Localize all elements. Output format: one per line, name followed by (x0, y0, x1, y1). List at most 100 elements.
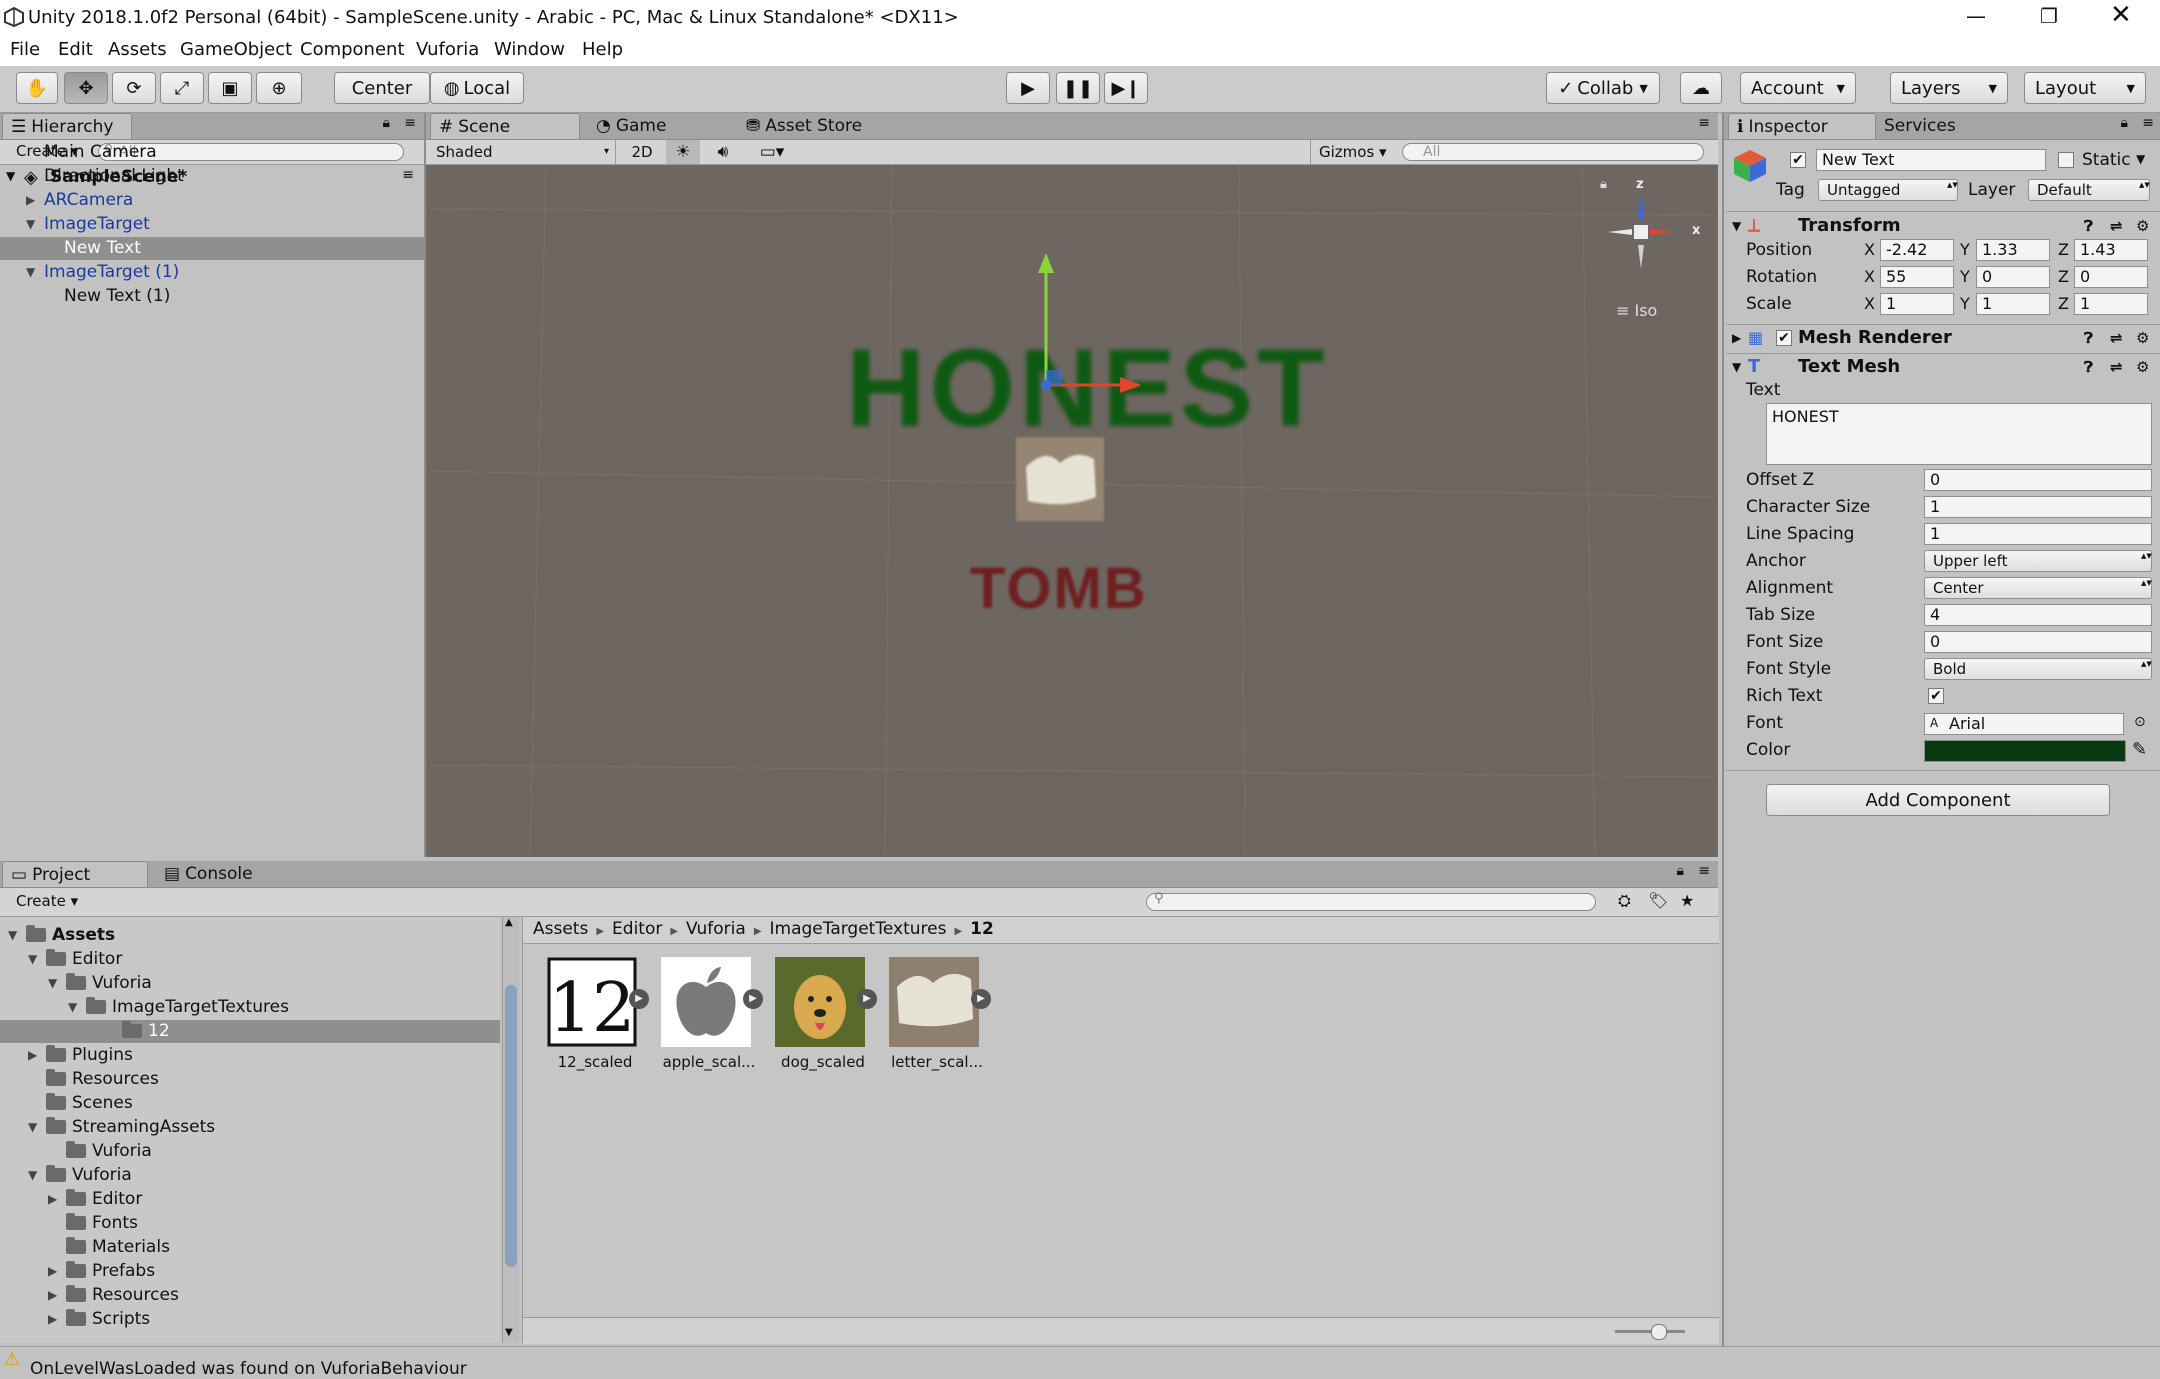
scrollbar-thumb[interactable] (505, 985, 517, 1267)
scroll-up-icon[interactable]: ▲ (505, 917, 513, 928)
text-area[interactable]: HONEST (1766, 403, 2152, 465)
play-button[interactable]: ▶ (1006, 72, 1050, 104)
panel-menu-icon[interactable]: ≡ (2142, 115, 2154, 131)
transform-rotation-y-input[interactable]: 0 (1976, 266, 2050, 288)
pivot-center-button[interactable]: Center (334, 72, 430, 104)
project-tree-item[interactable]: ▼ Editor (0, 947, 500, 971)
active-checkbox[interactable]: ✔ (1790, 152, 1806, 168)
project-tree-item[interactable]: ▼ ImageTargetTextures (0, 995, 500, 1019)
object-picker-icon[interactable]: ⊙ (2134, 714, 2146, 730)
layout-dropdown[interactable]: Layout ▼ (2024, 72, 2146, 104)
lock-icon[interactable]: 🔒︎ (383, 115, 390, 131)
transform-tool-icon[interactable]: ⊕ (256, 72, 302, 104)
project-tree-item[interactable]: ▼ Assets (0, 923, 500, 947)
alignment-dropdown[interactable]: Center (1924, 577, 2152, 599)
hierarchy-item[interactable]: ▶ ARCamera (0, 188, 420, 212)
menu-file[interactable]: File (10, 39, 40, 60)
tab-scene[interactable]: # Scene (430, 113, 580, 139)
expand-asset-icon[interactable]: ▶ (971, 989, 991, 1009)
hierarchy-item[interactable]: ▼ ImageTarget (1) (0, 260, 420, 284)
scale-tool-icon[interactable]: ⤢ (160, 72, 204, 104)
asset-tile[interactable]: ▶ apple_scal... (661, 957, 771, 1077)
asset-tile[interactable]: 12 ▶ 12_scaled (547, 957, 657, 1077)
text-mesh-header[interactable]: ▼ T Text Mesh ❓︎ ⇌ ⚙ (1726, 353, 2160, 381)
iso-label[interactable]: ≡ Iso (1616, 301, 1657, 320)
move-gizmo[interactable] (940, 245, 1140, 445)
breadcrumb-item[interactable]: Assets (533, 919, 588, 939)
scroll-down-icon[interactable]: ▼ (505, 1327, 513, 1338)
expand-asset-icon[interactable]: ▶ (743, 989, 763, 1009)
project-tree-item[interactable]: ▶ Editor (0, 1187, 500, 1211)
project-tree-item[interactable]: Materials (0, 1235, 500, 1259)
close-icon[interactable]: ✕ (2110, 0, 2132, 30)
project-tree-item[interactable]: ▶ Scripts (0, 1307, 500, 1331)
expand-asset-icon[interactable]: ▶ (857, 989, 877, 1009)
project-tree-item[interactable]: ▶ Prefabs (0, 1259, 500, 1283)
gear-icon[interactable]: ⚙ (2136, 353, 2149, 381)
rotate-tool-icon[interactable]: ⟳ (112, 72, 156, 104)
panel-menu-icon[interactable]: ≡ (1698, 115, 1710, 131)
scene-search-input[interactable]: All (1402, 143, 1704, 161)
hierarchy-item[interactable]: ▼ ImageTarget (0, 212, 420, 236)
gizmos-dropdown[interactable]: Gizmos ▾ (1310, 140, 1399, 164)
scene-viewport[interactable]: HONEST TOMB 🔒︎ z x ≡ Iso (430, 165, 1714, 855)
panel-menu-icon[interactable]: ≡ (404, 115, 416, 131)
favorite-star-icon[interactable]: ★ (1680, 891, 1694, 910)
transform-position-z-input[interactable]: 1.43 (2074, 239, 2148, 261)
project-tree-item[interactable]: Resources (0, 1067, 500, 1091)
effects-dropdown-icon[interactable]: ▭▾ (752, 140, 792, 164)
hierarchy-item[interactable]: New Text (1) (0, 284, 420, 308)
label-tag-icon[interactable]: 🏷︎ (1648, 891, 1668, 910)
tree-scrollbar[interactable]: ▲ ▼ (502, 917, 519, 1343)
minimize-icon[interactable]: — (1966, 4, 1986, 28)
project-tree-item[interactable]: Scenes (0, 1091, 500, 1115)
account-dropdown[interactable]: Account ▼ (1740, 72, 1856, 104)
eyedropper-icon[interactable]: ✎ (2132, 739, 2147, 760)
font-size-input[interactable]: 0 (1924, 631, 2152, 653)
transform-rotation-x-input[interactable]: 55 (1880, 266, 1954, 288)
offset-z-input[interactable]: 0 (1924, 469, 2152, 491)
project-tree-item[interactable]: Fonts (0, 1211, 500, 1235)
tab-asset-store[interactable]: ⛃ Asset Store (738, 113, 898, 139)
font-style-dropdown[interactable]: Bold (1924, 658, 2152, 680)
menu-assets[interactable]: Assets (108, 39, 167, 60)
step-button[interactable]: ▶❙ (1104, 72, 1148, 104)
lighting-toggle-icon[interactable]: ☀ (666, 140, 700, 164)
lock-icon[interactable]: 🔒︎ (1677, 863, 1684, 879)
transform-scale-x-input[interactable]: 1 (1880, 293, 1954, 315)
zoom-slider-track[interactable] (1615, 1330, 1685, 1333)
tab-project[interactable]: ▭ Project (2, 861, 148, 887)
breadcrumb-item[interactable]: Editor (612, 919, 662, 939)
breadcrumb-item[interactable]: ImageTargetTextures (770, 919, 947, 939)
restore-icon[interactable]: ❐ (2040, 4, 2058, 28)
tab-game[interactable]: ◔ Game (588, 113, 698, 139)
layers-dropdown[interactable]: Layers ▼ (1890, 72, 2008, 104)
shading-dropdown[interactable]: Shaded ▾ (426, 140, 616, 164)
chevron-down-icon[interactable]: ▼ (2136, 152, 2145, 166)
hierarchy-item[interactable]: New Text (0, 236, 420, 260)
tab-console[interactable]: ▤ Console (156, 861, 276, 887)
gear-icon[interactable]: ⚙ (2136, 212, 2149, 240)
project-tree-item[interactable]: 12 (0, 1019, 500, 1043)
character-size-input[interactable]: 1 (1924, 496, 2152, 518)
tag-dropdown[interactable]: Untagged (1818, 179, 1958, 201)
project-search-input[interactable] (1146, 893, 1596, 911)
project-tree-item[interactable]: Vuforia (0, 1139, 500, 1163)
breadcrumb-item[interactable]: 12 (970, 919, 994, 939)
preset-icon[interactable]: ⇌ (2110, 353, 2123, 381)
mesh-renderer-checkbox[interactable]: ✔ (1776, 330, 1792, 346)
pause-button[interactable]: ❚❚ (1056, 72, 1100, 104)
rect-tool-icon[interactable]: ▣ (208, 72, 252, 104)
transform-position-y-input[interactable]: 1.33 (1976, 239, 2050, 261)
orientation-gizmo[interactable] (1590, 177, 1700, 287)
project-tree-item[interactable]: ▼ Vuforia (0, 1163, 500, 1187)
menu-component[interactable]: Component (300, 39, 405, 60)
help-icon[interactable]: ❓︎ (2084, 353, 2093, 381)
pivot-local-button[interactable]: ◍ Local (430, 72, 524, 104)
breadcrumb-item[interactable]: Vuforia (686, 919, 746, 939)
object-name-input[interactable]: New Text (1816, 149, 2046, 171)
line-spacing-input[interactable]: 1 (1924, 523, 2152, 545)
transform-position-x-input[interactable]: -2.42 (1880, 239, 1954, 261)
help-icon[interactable]: ❓︎ (2084, 212, 2093, 240)
font-field[interactable]: Arial (1924, 713, 2124, 735)
